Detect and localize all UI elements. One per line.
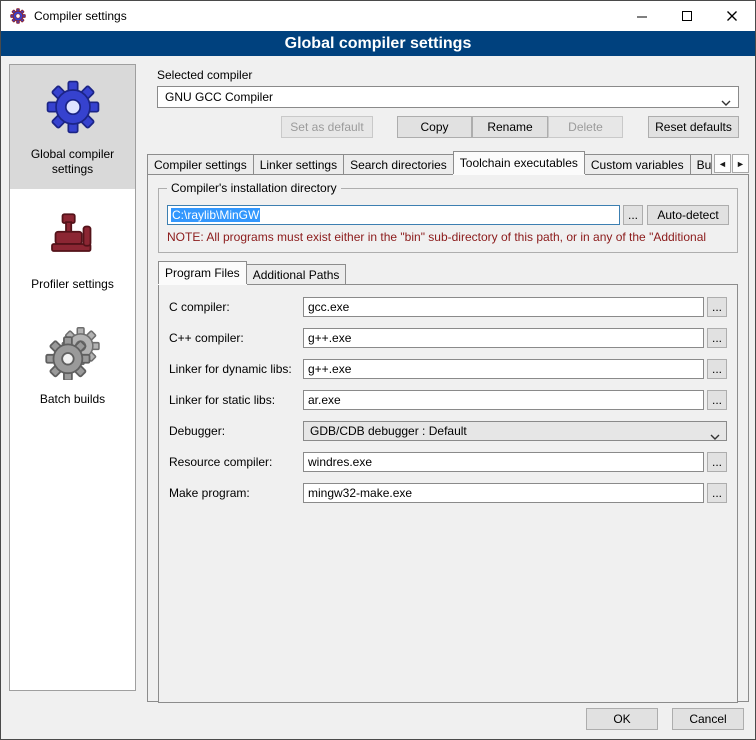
rename-button[interactable]: Rename bbox=[472, 116, 548, 138]
debugger-row: Debugger: GDB/CDB debugger : Default bbox=[169, 421, 727, 441]
minimize-button[interactable] bbox=[620, 1, 665, 31]
cpp-compiler-input[interactable] bbox=[303, 328, 704, 348]
sidebar-item-label: Batch builds bbox=[40, 392, 105, 407]
title-bar[interactable]: Compiler settings bbox=[1, 1, 755, 31]
subtab-additional-paths[interactable]: Additional Paths bbox=[246, 264, 347, 284]
sidebar-item-label: Global compiler settings bbox=[14, 147, 131, 177]
c-compiler-label: C compiler: bbox=[169, 300, 303, 314]
sidebar-item-label: Profiler settings bbox=[31, 277, 114, 292]
static-linker-input[interactable] bbox=[303, 390, 704, 410]
maximize-icon bbox=[682, 11, 693, 22]
tab-scroll-left-button[interactable]: ◄ bbox=[714, 154, 731, 173]
resource-compiler-input[interactable] bbox=[303, 452, 704, 472]
minimize-icon bbox=[637, 11, 648, 22]
toolchain-executables-panel: Compiler's installation directory C:\ray… bbox=[147, 175, 749, 702]
static-linker-row: Linker for static libs: ... bbox=[169, 390, 727, 410]
cancel-button[interactable]: Cancel bbox=[672, 708, 744, 730]
global-compiler-settings-panel: Selected compiler GNU GCC Compiler Set a… bbox=[147, 64, 749, 702]
ok-button[interactable]: OK bbox=[586, 708, 658, 730]
dynamic-linker-label: Linker for dynamic libs: bbox=[169, 362, 303, 376]
installation-directory-group: Compiler's installation directory C:\ray… bbox=[158, 188, 738, 253]
sidebar-item-global-compiler-settings[interactable]: Global compiler settings bbox=[10, 65, 135, 189]
window-title: Compiler settings bbox=[34, 9, 127, 23]
close-icon bbox=[727, 11, 738, 22]
debugger-dropdown[interactable]: GDB/CDB debugger : Default bbox=[303, 421, 727, 441]
tab-scroll-buttons: ◄ ► bbox=[713, 154, 749, 173]
tab-custom-variables[interactable]: Custom variables bbox=[584, 154, 691, 174]
static-linker-browse-button[interactable]: ... bbox=[707, 390, 727, 410]
tab-build-options[interactable]: Buil bbox=[690, 154, 712, 174]
installation-directory-group-label: Compiler's installation directory bbox=[167, 181, 341, 195]
chevron-down-icon bbox=[721, 95, 731, 109]
resource-compiler-row: Resource compiler: ... bbox=[169, 452, 727, 472]
profiler-tool-icon bbox=[45, 209, 101, 268]
static-linker-label: Linker for static libs: bbox=[169, 393, 303, 407]
cpp-compiler-label: C++ compiler: bbox=[169, 331, 303, 345]
copy-button[interactable]: Copy bbox=[397, 116, 472, 138]
make-program-row: Make program: ... bbox=[169, 483, 727, 503]
blue-gear-icon bbox=[45, 79, 101, 138]
c-compiler-browse-button[interactable]: ... bbox=[707, 297, 727, 317]
resource-compiler-label: Resource compiler: bbox=[169, 455, 303, 469]
make-program-label: Make program: bbox=[169, 486, 303, 500]
gray-gears-icon bbox=[45, 324, 101, 383]
tab-toolchain-executables[interactable]: Toolchain executables bbox=[453, 151, 585, 174]
tab-compiler-settings[interactable]: Compiler settings bbox=[147, 154, 254, 174]
dialog-footer: OK Cancel bbox=[586, 708, 744, 730]
selected-compiler-value: GNU GCC Compiler bbox=[165, 90, 273, 104]
maximize-button[interactable] bbox=[665, 1, 710, 31]
subtab-program-files[interactable]: Program Files bbox=[158, 261, 247, 284]
chevron-down-icon bbox=[710, 429, 720, 443]
sidebar-item-batch-builds[interactable]: Batch builds bbox=[10, 304, 135, 419]
installation-directory-value: C:\raylib\MinGW bbox=[171, 208, 260, 222]
resource-compiler-browse-button[interactable]: ... bbox=[707, 452, 727, 472]
sidebar-item-profiler-settings[interactable]: Profiler settings bbox=[10, 189, 135, 304]
installation-directory-input[interactable]: C:\raylib\MinGW bbox=[167, 205, 620, 225]
c-compiler-row: C compiler: ... bbox=[169, 297, 727, 317]
debugger-value: GDB/CDB debugger : Default bbox=[310, 424, 467, 438]
c-compiler-input[interactable] bbox=[303, 297, 704, 317]
dynamic-linker-browse-button[interactable]: ... bbox=[707, 359, 727, 379]
cpp-compiler-browse-button[interactable]: ... bbox=[707, 328, 727, 348]
selected-compiler-dropdown[interactable]: GNU GCC Compiler bbox=[157, 86, 739, 108]
page-title: Global compiler settings bbox=[1, 31, 755, 56]
set-as-default-button[interactable]: Set as default bbox=[281, 116, 373, 138]
browse-directory-button[interactable]: ... bbox=[623, 205, 643, 225]
program-files-tabs: Program Files Additional Paths bbox=[158, 261, 738, 285]
app-icon bbox=[10, 8, 26, 24]
make-program-browse-button[interactable]: ... bbox=[707, 483, 727, 503]
dynamic-linker-row: Linker for dynamic libs: ... bbox=[169, 359, 727, 379]
window-controls bbox=[620, 1, 755, 31]
tab-scroll-right-button[interactable]: ► bbox=[732, 154, 749, 173]
tab-linker-settings[interactable]: Linker settings bbox=[253, 154, 344, 174]
compiler-settings-tabs: Compiler settings Linker settings Search… bbox=[147, 151, 749, 175]
make-program-input[interactable] bbox=[303, 483, 704, 503]
auto-detect-button[interactable]: Auto-detect bbox=[647, 205, 729, 225]
tab-search-directories[interactable]: Search directories bbox=[343, 154, 454, 174]
reset-defaults-button[interactable]: Reset defaults bbox=[648, 116, 739, 138]
program-files-panel: C compiler: ... C++ compiler: ... Linker… bbox=[158, 285, 738, 703]
cpp-compiler-row: C++ compiler: ... bbox=[169, 328, 727, 348]
close-button[interactable] bbox=[710, 1, 755, 31]
installation-note: NOTE: All programs must exist either in … bbox=[167, 230, 729, 244]
compiler-settings-dialog: Compiler settings Global compiler settin… bbox=[0, 0, 756, 740]
dialog-content: Global compiler settings Profiler set bbox=[1, 56, 755, 739]
debugger-label: Debugger: bbox=[169, 424, 303, 438]
settings-category-list: Global compiler settings Profiler set bbox=[9, 64, 136, 691]
dynamic-linker-input[interactable] bbox=[303, 359, 704, 379]
selected-compiler-label: Selected compiler bbox=[157, 68, 739, 82]
compiler-action-buttons: Set as default Copy Rename Delete Reset … bbox=[157, 116, 739, 138]
delete-button[interactable]: Delete bbox=[548, 116, 623, 138]
